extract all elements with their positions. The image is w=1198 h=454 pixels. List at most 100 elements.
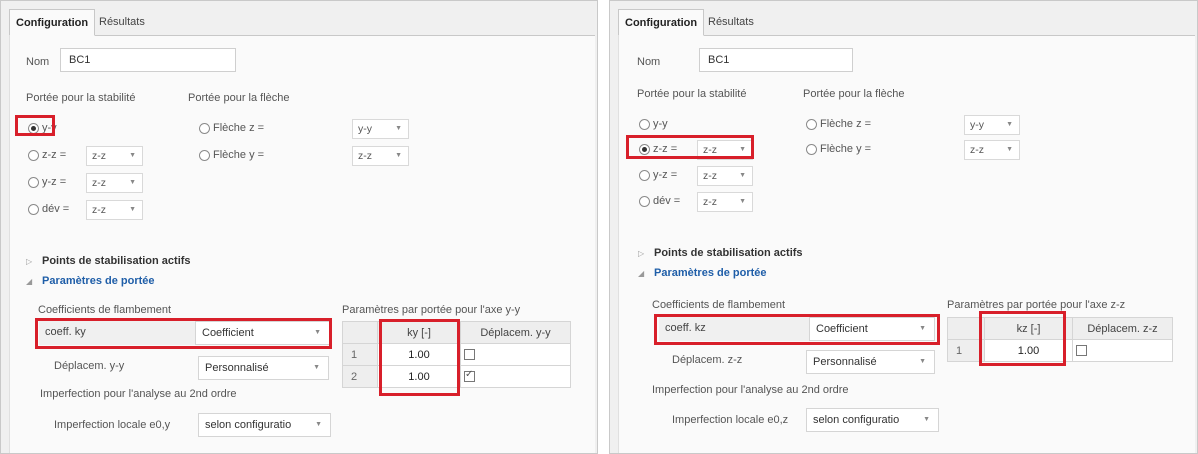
dropdown-yz[interactable]: z-z ▼ [86,173,143,193]
radio-deflection-z[interactable]: Flèche z = [806,117,906,133]
chevron-down-icon: ▼ [919,358,926,365]
expander-label: Paramètres de portée [42,275,155,287]
select-value: Personnalisé [205,362,269,374]
imperfection-select[interactable]: selon configuratio ▼ [198,413,331,437]
radio-label: z-z = [653,143,678,155]
coeff-label: coeff. kz [659,317,809,341]
table-title: Paramètres par portée pour l'axe z-z [947,299,1126,311]
dropdown-value: z-z [703,144,717,156]
radio-dot [199,150,210,161]
radio-dot [199,123,210,134]
radio-zz[interactable]: z-z = [28,148,88,164]
table-row: 1 1.00 [342,343,571,366]
radio-yz[interactable]: y-z = [639,168,699,184]
radio-label: Flèche y = [213,149,265,161]
chevron-down-icon: ▼ [129,152,136,159]
imperfection-select[interactable]: selon configuratio ▼ [806,408,939,432]
radio-dot [639,144,650,155]
displacement-cell[interactable] [460,365,571,388]
select-value: Coefficient [202,327,254,339]
coeff-select[interactable]: Coefficient ▼ [195,321,330,345]
tab-configuration[interactable]: Configuration [9,9,96,36]
checkbox-checked[interactable] [464,369,475,383]
radio-zz[interactable]: z-z = [639,142,699,158]
dropdown-deflection-z[interactable]: y-y ▼ [964,115,1020,135]
displacement-cell[interactable] [460,343,571,366]
radio-dev[interactable]: dév = [639,194,699,210]
displacement-header: Déplacem. y-y [460,321,571,344]
table-header-row: ky [-] Déplacem. y-y [342,321,571,344]
radio-label: y-z = [42,176,67,188]
imperfection-title: Imperfection pour l'analyse au 2nd ordre [40,388,237,400]
table-title: Paramètres par portée pour l'axe y-y [342,304,521,316]
stability-span-label: Portée pour la stabilité [637,88,747,100]
stability-span-label: Portée pour la stabilité [26,92,136,104]
dropdown-zz[interactable]: z-z ▼ [86,146,143,166]
expander-stabilization-points[interactable]: ▷ Points de stabilisation actifs [638,247,803,259]
dropdown-deflection-y[interactable]: z-z ▼ [964,140,1020,160]
coeff-select[interactable]: Coefficient ▼ [809,317,935,341]
chevron-down-icon: ▼ [1006,121,1013,128]
tab-results[interactable]: Résultats [702,9,760,36]
radio-deflection-z[interactable]: Flèche z = [199,121,299,137]
coeff-label: coeff. ky [39,321,195,345]
tab-results[interactable]: Résultats [93,9,151,36]
coefficient-cell[interactable]: 1.00 [377,343,461,366]
displacement-cell[interactable] [1072,339,1173,362]
tab-configuration[interactable]: Configuration [618,9,705,36]
radio-deflection-y[interactable]: Flèche y = [199,148,299,164]
displacement-select[interactable]: Personnalisé ▼ [198,356,329,380]
dropdown-value: y-y [970,119,984,131]
table-header-row: kz [-] Déplacem. z-z [947,317,1173,340]
dropdown-deflection-y[interactable]: z-z ▼ [352,146,409,166]
radio-label: y-y [653,118,668,130]
coefficient-cell[interactable]: 1.00 [377,365,461,388]
table-row: 2 1.00 [342,365,571,388]
expander-stabilization-points[interactable]: ▷ Points de stabilisation actifs [26,255,191,267]
row-number: 1 [342,343,378,366]
displacement-header: Déplacem. z-z [1072,317,1173,340]
expand-arrow-icon: ▷ [26,257,33,266]
dropdown-deflection-z[interactable]: y-y ▼ [352,119,409,139]
coefficient-header: ky [-] [377,321,461,344]
name-input[interactable]: BC1 [699,48,853,72]
radio-label: Flèche z = [820,118,872,130]
chevron-down-icon: ▼ [1006,146,1013,153]
buckling-coefficients-title: Coefficients de flambement [38,304,172,316]
expander-label: Points de stabilisation actifs [42,255,191,267]
chevron-down-icon: ▼ [313,364,320,371]
name-input[interactable]: BC1 [60,48,236,72]
imperfection-title: Imperfection pour l'analyse au 2nd ordre [652,384,849,396]
select-value: Coefficient [816,323,868,335]
imperfection-label: Imperfection locale e0,y [54,419,171,431]
chevron-down-icon: ▼ [129,179,136,186]
radio-yy[interactable]: y-y [639,117,699,133]
right-config-panel: Configuration Résultats Nom BC1 Portée p… [609,0,1198,454]
radio-dev[interactable]: dév = [28,202,88,218]
displacement-select[interactable]: Personnalisé ▼ [806,350,935,374]
radio-deflection-y[interactable]: Flèche y = [806,142,906,158]
radio-label: z-z = [42,149,67,161]
dropdown-dev[interactable]: z-z ▼ [86,200,143,220]
displacement-label: Déplacem. y-y [54,360,125,372]
radio-dot [639,119,650,130]
chevron-down-icon: ▼ [395,125,402,132]
expander-span-parameters[interactable]: ◢ Paramètres de portée [26,275,155,287]
radio-yy[interactable]: y-y [28,121,88,137]
coefficient-header: kz [-] [984,317,1073,340]
checkbox[interactable] [464,349,475,361]
radio-yz[interactable]: y-z = [28,175,88,191]
coefficient-cell[interactable]: 1.00 [984,339,1073,362]
dropdown-zz[interactable]: z-z ▼ [697,140,753,160]
row-number-header [342,321,378,344]
name-label: Nom [637,56,661,68]
chevron-down-icon: ▼ [739,172,746,179]
chevron-down-icon: ▼ [315,421,322,428]
expander-span-parameters[interactable]: ◢ Paramètres de portée [638,267,767,279]
configuration-content: Nom BC1 Portée pour la stabilité Portée … [9,35,595,453]
displacement-label: Déplacem. z-z [672,354,743,366]
dropdown-yz[interactable]: z-z ▼ [697,166,753,186]
checkbox[interactable] [1076,345,1087,357]
deflection-span-label: Portée pour la flèche [188,92,290,104]
dropdown-dev[interactable]: z-z ▼ [697,192,753,212]
